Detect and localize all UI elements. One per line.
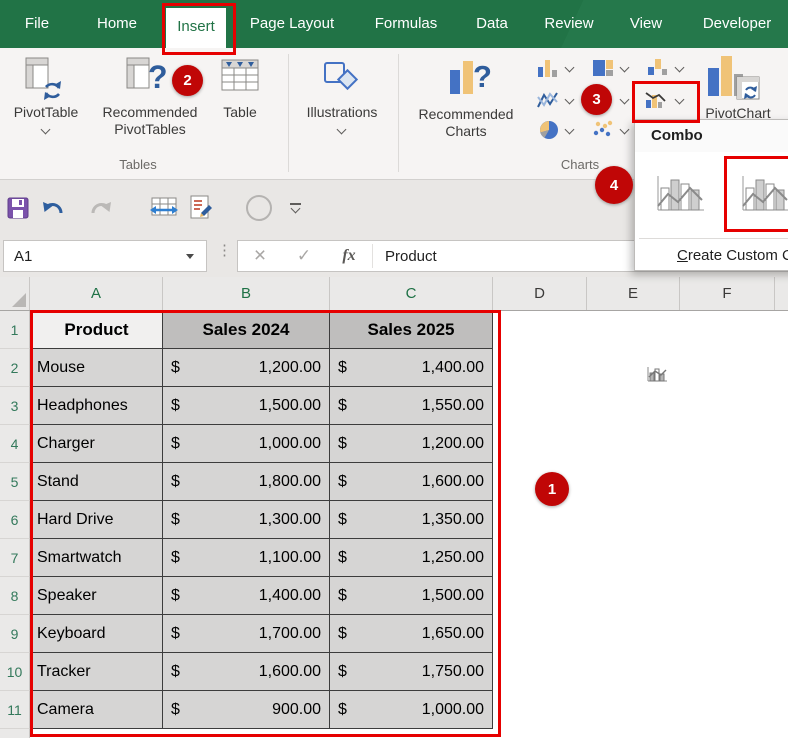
table-icon xyxy=(221,52,259,101)
table-button[interactable]: Table xyxy=(208,104,272,121)
annotation-step-3-badge: 3 xyxy=(581,84,612,115)
customize-toolbar-icon[interactable] xyxy=(290,180,301,235)
row-header-5[interactable]: 5 xyxy=(0,463,30,501)
row-header-sliver xyxy=(0,729,30,738)
row-header-9[interactable]: 9 xyxy=(0,615,30,653)
name-box-dropdown-icon[interactable] xyxy=(186,254,194,259)
insert-function-icon[interactable]: fx xyxy=(326,247,372,265)
chevron-down-icon[interactable] xyxy=(620,63,630,73)
ribbon-tab-bar: FileHomeInsertPage LayoutFormulasDataRev… xyxy=(0,0,788,48)
custom-combo-mini-icon xyxy=(645,365,669,387)
row-header-6[interactable]: 6 xyxy=(0,501,30,539)
row-header-1[interactable]: 1 xyxy=(0,311,30,349)
table-width-icon[interactable] xyxy=(150,180,178,235)
column-header-D[interactable]: D xyxy=(493,277,587,310)
tab-formulas[interactable]: Formulas xyxy=(364,0,448,48)
chevron-down-icon[interactable] xyxy=(565,95,575,105)
resize-handle-dots[interactable]: ⋮ xyxy=(217,241,232,259)
illustrations-button[interactable]: Illustrations xyxy=(298,104,386,121)
scatter-chart-icon[interactable] xyxy=(591,119,615,146)
chevron-down-icon[interactable] xyxy=(620,95,630,105)
column-header-E[interactable]: E xyxy=(587,277,680,310)
group-separator xyxy=(398,54,399,172)
tab-data[interactable]: Data xyxy=(466,0,518,48)
pivottable-icon xyxy=(25,56,61,105)
svg-text:?: ? xyxy=(148,59,168,95)
tab-view[interactable]: View xyxy=(620,0,672,48)
undo-icon[interactable] xyxy=(40,180,66,235)
annotation-box-data-range xyxy=(30,310,501,737)
recommended-pivottables-icon: ? xyxy=(126,54,174,101)
tab-review[interactable]: Review xyxy=(536,0,602,48)
combo-menu-title: Combo xyxy=(635,120,788,152)
chevron-down-icon[interactable] xyxy=(675,63,685,73)
tables-group-label: Tables xyxy=(100,157,176,172)
annotation-step-2-badge: 2 xyxy=(172,65,203,96)
annotation-step-4-badge: 4 xyxy=(595,166,633,204)
column-header-C[interactable]: C xyxy=(330,277,493,310)
column-header-F[interactable]: F xyxy=(680,277,775,310)
cancel-icon[interactable]: × xyxy=(238,244,282,268)
row-header-11[interactable]: 11 xyxy=(0,691,30,729)
formula-value: Product xyxy=(373,248,437,265)
row-header-10[interactable]: 10 xyxy=(0,653,30,691)
create-custom-combo-item[interactable]: Create Custom Combo Chart... xyxy=(635,239,788,271)
name-box[interactable]: A1 xyxy=(3,240,207,272)
column-header-A[interactable]: A xyxy=(30,277,163,310)
line-chart-icon[interactable] xyxy=(536,89,560,116)
annotation-box-combo-option xyxy=(724,156,788,232)
recommended-charts-button[interactable]: Recommended Charts xyxy=(404,106,528,140)
select-all-corner[interactable] xyxy=(0,277,30,310)
tab-file[interactable]: File xyxy=(14,0,60,48)
hierarchy-chart-icon[interactable] xyxy=(591,57,615,84)
chevron-down-icon[interactable] xyxy=(565,63,575,73)
group-separator xyxy=(288,54,289,172)
tab-developer[interactable]: Developer xyxy=(690,0,784,48)
column-headers: ABCDEF xyxy=(0,277,788,311)
waterfall-chart-icon[interactable] xyxy=(646,57,670,84)
edit-form-icon[interactable] xyxy=(188,180,214,235)
row-header-8[interactable]: 8 xyxy=(0,577,30,615)
annotation-box-insert-tab xyxy=(162,3,236,55)
row-header-2[interactable]: 2 xyxy=(0,349,30,387)
illustrations-icon xyxy=(322,60,362,101)
row-header-3[interactable]: 3 xyxy=(0,387,30,425)
chevron-down-icon[interactable] xyxy=(337,125,347,135)
chevron-down-icon[interactable] xyxy=(620,125,630,135)
clustered-column-line-icon[interactable] xyxy=(652,172,708,221)
svg-text:?: ? xyxy=(473,59,492,94)
annotation-box-combo-button xyxy=(632,81,700,123)
chevron-down-icon[interactable] xyxy=(41,125,51,135)
chevron-down-icon[interactable] xyxy=(565,125,575,135)
row-header-4[interactable]: 4 xyxy=(0,425,30,463)
enter-icon[interactable]: ✓ xyxy=(282,246,326,266)
recommended-pivottables-button[interactable]: Recommended PivotTables xyxy=(91,104,209,138)
annotation-step-1-badge: 1 xyxy=(535,472,569,506)
circle-icon[interactable] xyxy=(246,180,272,235)
column-chart-icon[interactable] xyxy=(536,57,560,84)
name-box-value: A1 xyxy=(4,248,186,265)
pie-chart-icon[interactable] xyxy=(538,119,560,146)
tab-home[interactable]: Home xyxy=(88,0,146,48)
column-header-B[interactable]: B xyxy=(163,277,330,310)
pivottable-button[interactable]: PivotTable xyxy=(0,104,92,121)
redo-icon[interactable] xyxy=(88,180,114,235)
row-header-7[interactable]: 7 xyxy=(0,539,30,577)
save-icon[interactable] xyxy=(7,180,29,235)
recommended-charts-icon: ? xyxy=(446,56,496,101)
pivotchart-icon xyxy=(706,52,762,109)
column-header-partial[interactable] xyxy=(775,277,788,310)
spreadsheet: ABCDEF 1ProductSales 2024Sales 20252Mous… xyxy=(0,277,788,738)
tab-page-layout[interactable]: Page Layout xyxy=(240,0,344,48)
